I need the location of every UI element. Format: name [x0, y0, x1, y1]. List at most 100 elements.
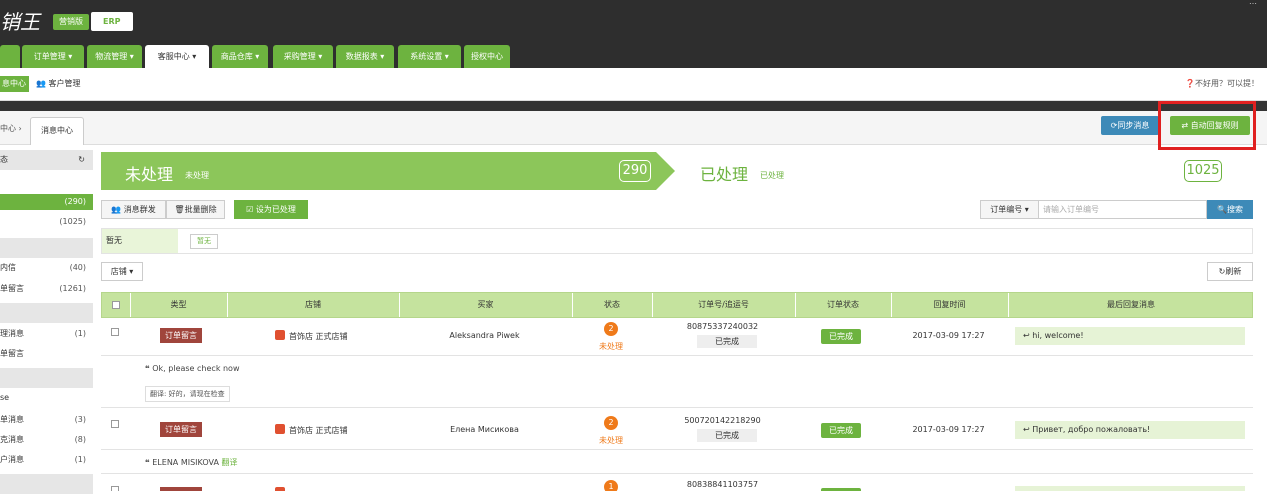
help-label: 不好用？可以提！: [1195, 79, 1259, 88]
broadcast-button[interactable]: 👥 消息群发: [101, 200, 166, 219]
tag-bar: 暂无 暂无: [101, 228, 1253, 254]
sidebar-item-order-msg-2[interactable]: 单留言: [0, 346, 93, 362]
row-checkbox[interactable]: [111, 420, 119, 428]
col-reply-time: 回复时间: [933, 300, 966, 309]
nav-item-logistics[interactable]: 物流管理 ▾: [87, 45, 142, 68]
type-badge: 订单留言: [160, 422, 202, 437]
refresh-label: 刷新: [1225, 267, 1242, 276]
sidebar-item-se[interactable]: se: [0, 390, 93, 406]
sync-label: 同步消息: [1117, 121, 1150, 130]
sidebar-item-count: (40): [69, 263, 86, 272]
translate-link[interactable]: 翻译: [221, 458, 237, 467]
sidebar-item-unprocessed[interactable]: (290): [0, 194, 93, 210]
col-status: 状态: [604, 300, 620, 309]
sidebar-item-order-msg[interactable]: 单留言 (1261): [0, 281, 93, 297]
tab-msg-center[interactable]: 消息中心: [30, 117, 84, 145]
table-header: 类型 店铺 买家 状态 订单号/追运号 订单状态 回复时间 最后回复消息: [101, 292, 1253, 318]
subnav-customer-mgmt[interactable]: 👥 客户管理: [36, 76, 81, 92]
reply-icon: ↩: [1023, 331, 1030, 340]
search-button[interactable]: 🔍搜索: [1207, 200, 1253, 219]
processed-sub: 已处理: [760, 171, 784, 180]
processed-count: 1025: [1184, 160, 1222, 182]
breadcrumb: 中心 › 消息中心: [0, 111, 1267, 145]
trash-icon: 🗑: [174, 205, 185, 214]
type-badge: 订单留言: [160, 328, 202, 343]
order-status-badge: 已完成: [821, 329, 861, 344]
nav-item-warehouse[interactable]: 商品仓库 ▾: [212, 45, 268, 68]
shop-icon: [275, 330, 285, 340]
help-link[interactable]: ❓不好用？可以提！: [1185, 76, 1259, 92]
shop-select[interactable]: 店铺 ▾: [101, 262, 143, 281]
reply-time: 2017-03-09 17:27: [912, 331, 985, 340]
table-row[interactable]: 1 80838841103757: [101, 474, 1253, 491]
panel-arrow: [656, 152, 675, 190]
row-checkbox[interactable]: [111, 486, 119, 491]
sidebar-item-unhandled[interactable]: 理消息 (1): [0, 326, 93, 342]
sidebar-item-count: (1261): [59, 284, 86, 293]
order-box: 已完成: [697, 429, 757, 442]
status-text: 未处理: [599, 436, 623, 445]
sidebar-item-order-info[interactable]: 单消息 (3): [0, 412, 93, 428]
shop-icon: [275, 487, 285, 491]
nav-item-purchasing[interactable]: 采购管理 ▾: [273, 45, 333, 68]
sidebar-item-count: (290): [64, 197, 86, 206]
main-nav: 订单管理 ▾ 物流管理 ▾ 客服中心 ▾ 商品仓库 ▾ 采购管理 ▾ 数据报表 …: [0, 41, 1267, 68]
unprocessed-sub: 未处理: [185, 171, 209, 180]
reply-time: 2017-03-09 17:27: [912, 425, 985, 434]
filter-select[interactable]: 订单编号 ▾: [980, 200, 1039, 219]
table-row[interactable]: 订单留言 首饰店 正式店铺 Елена Мисикова 2 未处理 50072…: [101, 408, 1253, 450]
status-text: 未处理: [599, 342, 623, 351]
last-message: ↩ Привет, добро пожаловать!: [1015, 421, 1245, 439]
search-icon: 🔍: [1217, 205, 1227, 214]
last-message-text: Привет, добро пожаловать!: [1032, 425, 1151, 434]
unprocessed-panel[interactable]: 未处理 未处理 290: [101, 152, 656, 190]
mark-processed-button[interactable]: ☑ 设为已处理: [234, 200, 308, 219]
tag-pill[interactable]: 暂无: [190, 234, 218, 249]
sidebar-item-inbox[interactable]: 内信 (40): [0, 260, 93, 276]
nav-item-prev[interactable]: [0, 45, 20, 68]
processed-panel[interactable]: 已处理 已处理 1025: [680, 152, 1255, 190]
nav-item-customer-service[interactable]: 客服中心 ▾: [145, 45, 209, 68]
highlight-box: [1158, 101, 1256, 150]
sidebar-section: [0, 368, 93, 388]
search-label: 搜索: [1226, 205, 1243, 214]
sidebar-item-complete[interactable]: 克消息 (8): [0, 432, 93, 448]
order-number[interactable]: 500720142218290: [651, 416, 794, 425]
batch-delete-button[interactable]: 🗑批量删除: [166, 200, 225, 219]
order-number[interactable]: 80838841103757: [651, 480, 794, 489]
refresh-icon[interactable]: ↻: [78, 150, 85, 170]
status-count-badge: 2: [604, 322, 618, 336]
buyer-name[interactable]: Aleksandra Piwek: [398, 331, 571, 340]
col-last-msg: 最后回复消息: [1107, 300, 1155, 309]
message-quote: ❝ ELENA MISIKOVA 翻译: [145, 457, 237, 468]
col-shop: 店铺: [305, 300, 321, 309]
breadcrumb-parent[interactable]: 中心 ›: [0, 123, 22, 134]
sidebar-item-processed[interactable]: (1025): [0, 214, 93, 230]
sidebar-item-customer[interactable]: 户消息 (1): [0, 452, 93, 468]
nav-item-settings[interactable]: 系统设置 ▾: [398, 45, 461, 68]
quote-icon: ❝: [145, 458, 150, 467]
order-search-input[interactable]: 请输入订单编号: [1039, 200, 1207, 219]
col-order-no: 订单号/追运号: [698, 300, 749, 309]
table-row[interactable]: 订单留言 首饰店 正式店铺 Aleksandra Piwek 2 未处理 808…: [101, 318, 1253, 356]
buyer-name[interactable]: Елена Мисикова: [398, 425, 571, 434]
status-count-badge: 1: [604, 480, 618, 491]
nav-item-reports[interactable]: 数据报表 ▾: [336, 45, 394, 68]
sidebar-item-label: 克消息: [0, 435, 24, 444]
refresh-button[interactable]: ↻刷新: [1207, 262, 1253, 281]
nav-item-orders[interactable]: 订单管理 ▾: [22, 45, 84, 68]
subnav-msg-center[interactable]: 息中心: [0, 76, 29, 92]
order-number[interactable]: 80875337240032: [651, 322, 794, 331]
sidebar-item-label: 户消息: [0, 455, 24, 464]
select-all-checkbox[interactable]: [112, 301, 120, 309]
batch-delete-label: 批量删除: [184, 205, 217, 214]
top-right-links[interactable]: …: [1249, 0, 1257, 6]
sync-messages-button[interactable]: ⟳同步消息: [1101, 116, 1159, 135]
app-logo: 销王: [0, 10, 40, 34]
sidebar-item-count: (1): [74, 329, 86, 338]
nav-item-auth[interactable]: 授权中心: [464, 45, 510, 68]
table-row-detail: ❝ ELENA MISIKOVA 翻译: [101, 450, 1253, 474]
row-checkbox[interactable]: [111, 328, 119, 336]
edition-badge[interactable]: 营销版: [53, 14, 89, 30]
erp-badge[interactable]: ERP: [91, 12, 133, 31]
